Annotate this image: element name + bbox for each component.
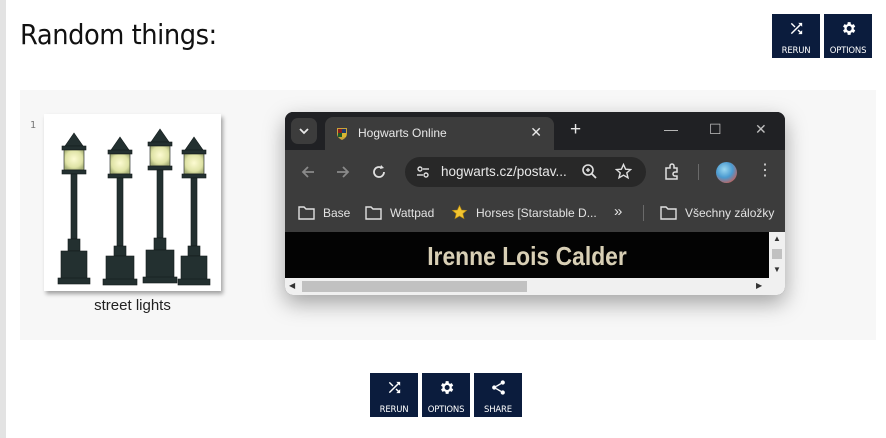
folder-icon	[660, 206, 677, 220]
horizontal-scroll-thumb[interactable]	[302, 281, 527, 292]
street-lamps-illustration	[57, 128, 211, 286]
rerun-button-bottom[interactable]: RERUN	[370, 373, 418, 417]
bookmarks-bar: Base Wattpad Horses [Starstable D... » V…	[285, 194, 785, 232]
forward-arrow-icon[interactable]	[333, 162, 353, 182]
character-name-heading: Irenne Lois Calder	[427, 241, 627, 271]
address-text: hogwarts.cz/postav...	[441, 164, 567, 179]
browser-toolbar: hogwarts.cz/postav... ⋮	[285, 150, 785, 194]
close-window-button[interactable]: ✕	[755, 120, 767, 138]
share-icon	[491, 380, 505, 395]
shuffle-icon	[388, 381, 400, 394]
bookmark-label: Base	[323, 205, 351, 220]
options-label: OPTIONS	[829, 46, 867, 56]
gear-icon	[842, 22, 855, 35]
street-lights-image[interactable]	[44, 114, 221, 291]
scroll-up-arrow[interactable]: ▲	[773, 234, 781, 243]
maximize-button[interactable]: ☐	[709, 120, 722, 138]
scroll-down-arrow[interactable]: ▼	[773, 265, 781, 274]
scroll-right-arrow[interactable]: ▶	[756, 281, 762, 290]
tab-close-icon[interactable]: ✕	[530, 124, 542, 141]
item-index: 1	[30, 120, 37, 131]
reload-icon[interactable]	[369, 162, 389, 182]
scroll-left-arrow[interactable]: ◀	[289, 281, 295, 290]
all-bookmarks-label: Všechny záložky	[685, 205, 775, 220]
bookmarks-overflow-button[interactable]: »	[614, 203, 622, 220]
options-label: OPTIONS	[427, 405, 465, 415]
address-bar[interactable]: hogwarts.cz/postav...	[405, 157, 646, 187]
toolbar-divider	[698, 164, 699, 180]
tab-search-button[interactable]	[291, 118, 317, 144]
horizontal-scrollbar[interactable]: ◀ ▶	[285, 278, 785, 295]
options-button-top[interactable]: OPTIONS	[824, 14, 872, 58]
site-settings-icon[interactable]	[415, 164, 431, 180]
minimize-button[interactable]: —	[664, 120, 678, 138]
profile-avatar[interactable]	[716, 162, 737, 183]
all-bookmarks-folder[interactable]: Všechny záložky	[660, 205, 774, 220]
chevron-down-icon	[299, 128, 309, 135]
zoom-icon[interactable]	[581, 163, 598, 180]
bookmark-wattpad[interactable]: Wattpad	[365, 205, 434, 220]
options-button-bottom[interactable]: OPTIONS	[422, 373, 470, 417]
folder-icon	[365, 206, 382, 220]
image-caption: street lights	[94, 297, 171, 314]
rerun-label: RERUN	[781, 46, 811, 56]
back-arrow-icon[interactable]	[298, 162, 318, 182]
rerun-button-top[interactable]: RERUN	[772, 14, 820, 58]
share-button[interactable]: SHARE	[474, 373, 522, 417]
tab-title: Hogwarts Online	[358, 126, 447, 140]
bookmark-base[interactable]: Base	[298, 205, 350, 220]
folder-icon	[298, 206, 315, 220]
page-title: Random things:	[20, 18, 217, 51]
left-border	[0, 0, 6, 438]
tab-strip: Hogwarts Online ✕ + — ☐ ✕	[285, 112, 785, 150]
browser-menu-icon[interactable]: ⋮	[757, 161, 773, 181]
extensions-icon[interactable]	[662, 162, 682, 182]
vertical-scroll-thumb[interactable]	[772, 249, 782, 259]
star-favicon	[451, 205, 468, 220]
hogwarts-crest-icon	[337, 128, 347, 140]
gear-icon	[440, 381, 453, 394]
rerun-label: RERUN	[379, 405, 409, 415]
shuffle-icon	[790, 22, 802, 35]
new-tab-button[interactable]: +	[570, 120, 581, 140]
share-label: SHARE	[484, 405, 512, 415]
bookmark-label: Horses [Starstable D...	[476, 205, 597, 220]
bookmarks-separator	[643, 205, 644, 221]
tab-hogwarts-online[interactable]: Hogwarts Online ✕	[325, 117, 554, 150]
vertical-scrollbar[interactable]: ▲ ▼	[769, 232, 785, 278]
browser-window-screenshot: Hogwarts Online ✕ + — ☐ ✕ hogwarts.cz/po…	[285, 112, 785, 295]
page-viewport: Irenne Lois Calder	[285, 232, 785, 279]
bookmark-label: Wattpad	[390, 205, 435, 220]
bookmark-star-icon[interactable]	[615, 163, 632, 180]
bookmark-horses-starstable[interactable]: Horses [Starstable D...	[451, 205, 597, 220]
